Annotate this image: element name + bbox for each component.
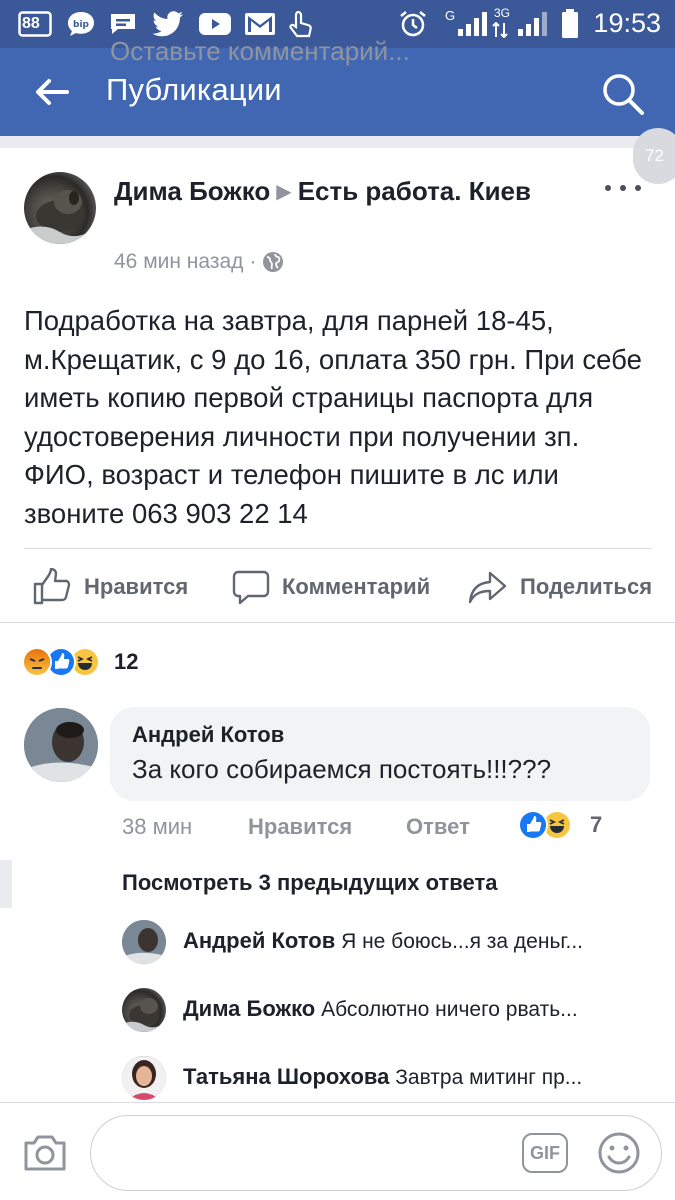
comment-icon	[232, 570, 270, 605]
like-button[interactable]: Нравится	[32, 552, 188, 622]
signal-strength-2-icon	[516, 10, 550, 38]
alarm-icon	[398, 10, 428, 38]
like-button-label: Нравится	[84, 574, 189, 599]
search-icon	[603, 74, 644, 115]
comment-input-placeholder: Оставьте комментарий...	[110, 36, 410, 66]
youtube-icon	[198, 10, 232, 38]
post-author-avatar[interactable]	[24, 172, 96, 244]
comment-timestamp: 38 мин	[122, 814, 193, 839]
camera-icon	[24, 1135, 66, 1171]
clock-time: 19:53	[593, 8, 661, 38]
comment-reactions-summary[interactable]: 7	[518, 810, 602, 840]
comment-reaction-count: 7	[590, 812, 603, 837]
comment-button[interactable]: Комментарий	[232, 552, 430, 622]
share-button-label: Поделиться	[520, 574, 653, 599]
page-title: Публикации	[106, 72, 282, 107]
comment-author-name[interactable]: Андрей Котов	[132, 722, 284, 748]
reply-item[interactable]: Татьяна Шорохова Завтра митинг пр...	[0, 1054, 675, 1104]
reply-author-avatar[interactable]	[122, 1056, 166, 1100]
post-more-options-button[interactable]	[605, 176, 641, 200]
reaction-count: 12	[114, 649, 139, 674]
reply-text: Завтра митинг пр...	[395, 1066, 583, 1089]
reply-author-name[interactable]: Татьяна Шорохова	[183, 1064, 389, 1089]
divider	[0, 622, 675, 623]
gesture-icon	[288, 10, 316, 38]
post-author-line: Дима Божко ▶ Есть работа. Киев	[114, 173, 584, 210]
reply-text-line: Андрей Котов Я не боюсь...я за деньг...	[183, 928, 653, 954]
reply-text: Абсолютно ничего рвать...	[321, 998, 578, 1021]
comment-author-avatar[interactable]	[24, 708, 98, 782]
chat-icon	[108, 10, 138, 38]
svg-text:bip: bip	[73, 20, 90, 30]
camera-button[interactable]	[22, 1133, 68, 1173]
post-timestamp[interactable]: 46 мин назад	[114, 250, 243, 274]
reply-text-line: Дима Божко Абсолютно ничего рвать...	[183, 996, 653, 1022]
gif-button[interactable]: GIF	[522, 1133, 568, 1173]
thumbs-up-icon	[33, 568, 71, 605]
smiley-icon	[598, 1132, 640, 1174]
network-type-g: G	[445, 8, 456, 23]
reply-author-avatar[interactable]	[122, 988, 166, 1032]
dot-icon	[605, 185, 611, 191]
reply-item[interactable]: Дима Божко Абсолютно ничего рвать...	[0, 986, 675, 1036]
data-arrows-icon	[492, 22, 508, 38]
post-author-name[interactable]: Дима Божко	[114, 176, 270, 206]
comment-composer: GIF	[0, 1102, 675, 1200]
post-reactions-summary[interactable]: 12	[22, 645, 138, 679]
reply-author-name[interactable]: Андрей Котов	[183, 928, 335, 953]
comment-like-button[interactable]: Нравится	[248, 814, 352, 840]
angry-reaction-icon	[22, 647, 52, 677]
share-icon	[468, 571, 507, 604]
bip-app-icon: bip	[66, 10, 96, 38]
comment-button-label: Комментарий	[282, 574, 431, 599]
post-body-text: Подработка на завтра, для парней 18-45, …	[24, 305, 642, 529]
like-reaction-icon	[518, 810, 548, 840]
post-group-name[interactable]: Есть работа. Киев	[298, 176, 531, 206]
reply-author-name[interactable]: Дима Божко	[183, 996, 315, 1021]
feed-gap	[0, 136, 675, 148]
triangle-right-icon: ▶	[276, 181, 292, 203]
dot-icon	[635, 185, 641, 191]
gmail-icon	[244, 10, 276, 38]
view-previous-replies-link[interactable]: Посмотреть 3 предыдущих ответа	[122, 870, 497, 896]
battery-icon	[560, 9, 580, 38]
emoji-button[interactable]	[597, 1131, 641, 1175]
notification-count: 88	[22, 15, 40, 32]
back-button[interactable]	[26, 70, 78, 114]
comment-input[interactable]	[90, 1115, 662, 1191]
reply-text: Я не боюсь...я за деньг...	[341, 930, 583, 953]
reply-author-avatar[interactable]	[122, 920, 166, 964]
post-meta: 46 мин назад ·	[114, 250, 284, 274]
globe-icon	[263, 252, 284, 272]
reply-item[interactable]: Андрей Котов Я не боюсь...я за деньг...	[0, 918, 675, 968]
network-type-3g: 3G	[494, 6, 511, 20]
twitter-icon	[152, 10, 184, 38]
scroll-indicator	[0, 860, 12, 908]
comment-reply-button[interactable]: Ответ	[406, 814, 470, 840]
dot-icon	[620, 185, 626, 191]
arrow-left-icon	[36, 79, 69, 105]
signal-strength-icon	[456, 10, 490, 38]
meta-separator: ·	[249, 250, 257, 273]
divider	[24, 548, 652, 549]
reply-text-line: Татьяна Шорохова Завтра митинг пр...	[183, 1064, 653, 1090]
post-actions: Нравится Комментарий Поделиться	[0, 552, 675, 622]
comment-text: За кого собираемся постоять!!!???	[132, 754, 552, 784]
search-button[interactable]	[597, 68, 649, 120]
share-button[interactable]: Поделиться	[468, 552, 652, 622]
